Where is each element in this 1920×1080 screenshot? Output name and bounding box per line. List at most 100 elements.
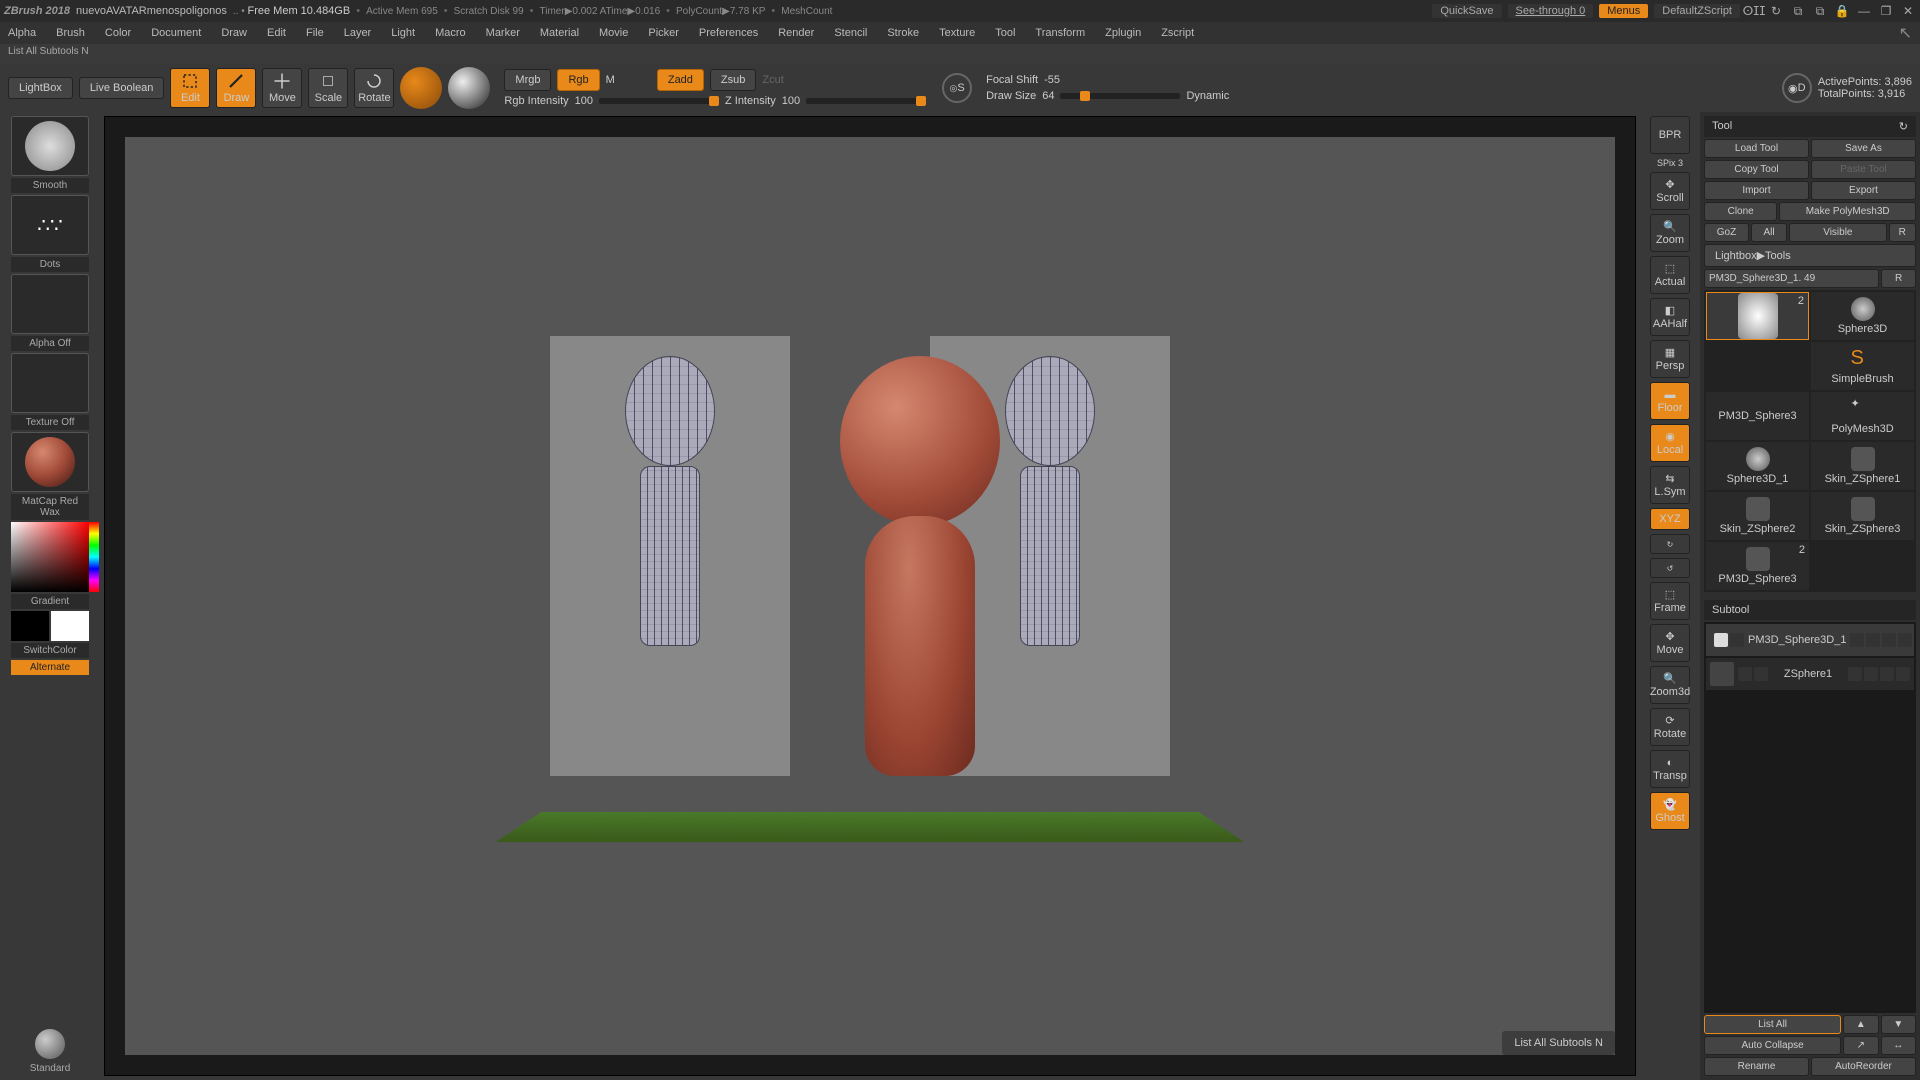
paste-tool-button[interactable]: Paste Tool [1811,160,1916,179]
window2-icon[interactable]: ⧉ [1812,3,1828,19]
actual-button[interactable]: ⬚Actual [1650,256,1690,294]
stroke-thumb[interactable]: ∴∵ [11,195,89,255]
zoom3d-button[interactable]: 🔍Zoom3d [1650,666,1690,704]
menu-stencil[interactable]: Stencil [834,27,867,39]
rgb-intensity-slider[interactable] [599,98,719,104]
autoreorder-button[interactable]: AutoReorder [1811,1057,1916,1076]
alpha-thumb[interactable] [11,274,89,334]
seethrough-slider[interactable]: See-through 0 [1508,4,1594,18]
tool-sphere3d1[interactable]: Sphere3D_1 [1706,442,1809,490]
brush-thumb[interactable] [11,116,89,176]
arrow1-button[interactable]: ↗ [1843,1036,1878,1055]
rename-button[interactable]: Rename [1704,1057,1809,1076]
rot-y-button[interactable]: ↻ [1650,534,1690,554]
frame-button[interactable]: ⬚Frame [1650,582,1690,620]
zadd-button[interactable]: Zadd [657,69,704,91]
edit-button[interactable]: Edit [170,68,210,108]
menu-stroke[interactable]: Stroke [887,27,919,39]
shading-sphere[interactable] [448,67,490,109]
load-tool-button[interactable]: Load Tool [1704,139,1809,158]
zsub-button[interactable]: Zsub [710,69,756,91]
texture-thumb[interactable] [11,353,89,413]
hue-strip[interactable] [89,522,99,592]
menu-zscript[interactable]: Zscript [1161,27,1194,39]
menu-picker[interactable]: Picker [648,27,679,39]
r-button[interactable]: R [1889,223,1916,242]
subtool-row-0[interactable]: PM3D_Sphere3D_1 [1706,624,1914,656]
menus-button[interactable]: Menus [1599,4,1648,18]
menu-tool[interactable]: Tool [995,27,1015,39]
history-icon[interactable]: ⵙⵊⵊ [1746,3,1762,19]
export-button[interactable]: Export [1811,181,1916,200]
r2-button[interactable]: R [1881,269,1916,288]
all-button[interactable]: All [1751,223,1787,242]
move-nav-button[interactable]: ✥Move [1650,624,1690,662]
window-icon[interactable]: ⧉ [1790,3,1806,19]
scale-button[interactable]: Scale [308,68,348,108]
lock-icon[interactable]: 🔒 [1834,3,1850,19]
menu-preferences[interactable]: Preferences [699,27,758,39]
make-polymesh-button[interactable]: Make PolyMesh3D [1779,202,1916,221]
lightbox-tools[interactable]: Lightbox▶Tools [1704,244,1916,267]
tool-skin2[interactable]: Skin_ZSphere2 [1706,492,1809,540]
m-button[interactable]: M [606,74,615,86]
persp-button[interactable]: ▦Persp [1650,340,1690,378]
local-button[interactable]: ◉Local [1650,424,1690,462]
menu-render[interactable]: Render [778,27,814,39]
menu-transform[interactable]: Transform [1035,27,1085,39]
z-intensity-slider[interactable] [806,98,926,104]
rgb-button[interactable]: Rgb [557,69,599,91]
sculpt-mesh[interactable] [810,356,1030,836]
restore-icon[interactable]: ❐ [1878,3,1894,19]
menu-layer[interactable]: Layer [344,27,372,39]
canvas[interactable] [125,137,1615,1055]
goz-button[interactable]: GoZ [1704,223,1749,242]
tool-current[interactable]: 2 [1706,292,1809,340]
menu-texture[interactable]: Texture [939,27,975,39]
transp-button[interactable]: ◐Transp [1650,750,1690,788]
save-as-button[interactable]: Save As [1811,139,1916,158]
scroll-button[interactable]: ✥Scroll [1650,172,1690,210]
menu-brush[interactable]: Brush [56,27,85,39]
tool-header[interactable]: Tool [1712,120,1732,133]
viewport[interactable]: List All Subtools N [104,116,1636,1076]
menu-macro[interactable]: Macro [435,27,466,39]
move-down-button[interactable]: ▼ [1881,1015,1916,1034]
visible-button[interactable]: Visible [1789,223,1886,242]
minimize-icon[interactable]: — [1856,3,1872,19]
default-zscript[interactable]: DefaultZScript [1654,4,1740,18]
gradient-label[interactable]: Gradient [11,594,89,609]
move-up-button[interactable]: ▲ [1843,1015,1878,1034]
floor-button[interactable]: ▬Floor [1650,382,1690,420]
material-thumb[interactable] [11,432,89,492]
arrow2-button[interactable]: ↔ [1881,1036,1916,1055]
tool-polymesh3d[interactable]: ✦PolyMesh3D [1811,392,1914,440]
liveboolean-button[interactable]: Live Boolean [79,77,165,99]
draw-size-slider[interactable] [1060,93,1180,99]
import-button[interactable]: Import [1704,181,1809,200]
clone-button[interactable]: Clone [1704,202,1777,221]
menu-marker[interactable]: Marker [486,27,520,39]
switchcolor-button[interactable]: SwitchColor [11,643,89,658]
lsym-button[interactable]: ⇆L.Sym [1650,466,1690,504]
zoom-button[interactable]: 🔍Zoom [1650,214,1690,252]
subtool-header[interactable]: Subtool [1712,604,1749,616]
subtool-row-1[interactable]: ZSphere1 [1706,658,1914,690]
menu-alpha[interactable]: Alpha [8,27,36,39]
mrgb-button[interactable]: Mrgb [504,69,551,91]
xyz-button[interactable]: XYZ [1650,508,1690,530]
refresh-icon[interactable]: ↻ [1768,3,1784,19]
tool-skin1[interactable]: Skin_ZSphere1 [1811,442,1914,490]
swatch-black[interactable] [11,611,49,641]
menu-zplugin[interactable]: Zplugin [1105,27,1141,39]
zcut-button[interactable]: Zcut [762,74,783,86]
auto-collapse-button[interactable]: Auto Collapse [1704,1036,1841,1055]
rotate-nav-button[interactable]: ⟳Rotate [1650,708,1690,746]
draw-button[interactable]: Draw [216,68,256,108]
tool-pm3dsphere3[interactable]: PM3D_Sphere32 [1706,542,1809,590]
list-all-button[interactable]: List All [1704,1015,1841,1034]
alternate-button[interactable]: Alternate [11,660,89,675]
current-tool[interactable]: PM3D_Sphere3D_1. 49 [1704,269,1879,288]
rotate-button[interactable]: Rotate [354,68,394,108]
move-button[interactable]: Move [262,68,302,108]
